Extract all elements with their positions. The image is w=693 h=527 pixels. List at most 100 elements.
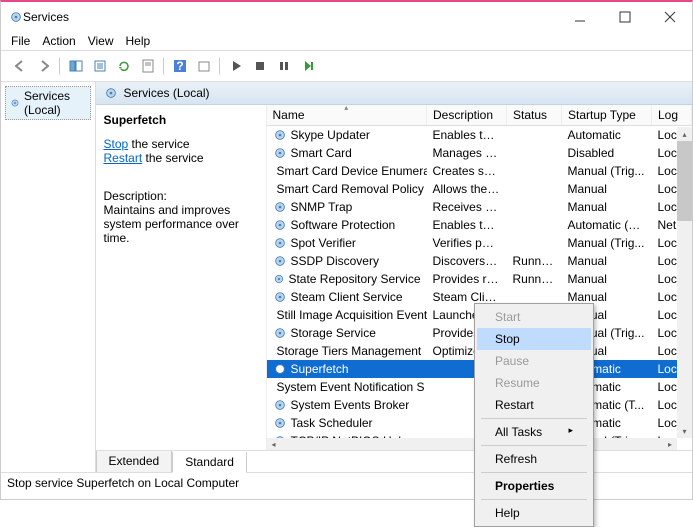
ctx-start: Start [477,306,591,328]
service-row[interactable]: Software ProtectionEnables the ...Automa… [267,216,692,234]
tree-node-label: Services (Local) [24,89,86,117]
close-button[interactable] [647,2,692,32]
col-description[interactable]: Description [427,105,507,126]
ctx-properties[interactable]: Properties [477,475,591,497]
pause-service-button[interactable] [273,55,295,77]
gear-icon [273,200,287,214]
show-hide-tree-button[interactable] [65,55,87,77]
service-name: SNMP Trap [291,200,353,214]
ctx-pause: Pause [477,350,591,372]
ctx-separator [481,418,587,419]
service-startup: Manual [562,198,652,216]
scroll-left-icon[interactable]: ◂ [267,440,281,449]
col-name[interactable]: Name▴ [267,105,427,126]
ctx-help[interactable]: Help [477,502,591,524]
forward-button[interactable] [33,55,55,77]
scroll-right-icon[interactable]: ▸ [663,440,677,449]
service-status [507,180,562,198]
gear-icon [273,254,287,268]
separator [59,57,61,75]
menu-file[interactable]: File [11,34,30,48]
tab-standard[interactable]: Standard [172,452,247,473]
gear-icon [273,362,287,376]
service-row[interactable]: SNMP TrapReceives tra...ManualLoc [267,198,692,216]
service-startup: Manual [562,270,652,288]
gear-icon [10,96,20,110]
help-button[interactable]: ? [169,55,191,77]
svg-text:?: ? [176,59,183,73]
service-row[interactable]: Smart CardManages ac...DisabledLoc [267,144,692,162]
gear-icon [273,416,287,430]
separator [163,57,165,75]
status-text: Stop service Superfetch on Local Compute… [7,476,239,490]
col-status[interactable]: Status [507,105,562,126]
service-row[interactable]: Smart Card Device Enumera...Creates soft… [267,162,692,180]
gear-icon [273,398,287,412]
service-name: Smart Card Removal Policy [277,182,424,196]
service-status [507,234,562,252]
properties-button[interactable] [137,55,159,77]
service-row[interactable]: Smart Card Removal PolicyAllows the s...… [267,180,692,198]
gear-icon [104,86,118,100]
ctx-resume: Resume [477,372,591,394]
restart-service-link[interactable]: Restart [104,151,143,165]
start-service-button[interactable] [225,55,247,77]
services-icon [9,10,23,24]
delete-button[interactable] [193,55,215,77]
service-status: Running [507,270,562,288]
service-name: Superfetch [291,362,349,376]
refresh-button[interactable] [113,55,135,77]
service-desc: Verifies pote... [427,234,507,252]
ctx-all-tasks[interactable]: All Tasks▸ [477,421,591,443]
ctx-restart[interactable]: Restart [477,394,591,416]
service-name: System Event Notification S [277,380,425,394]
service-name: SSDP Discovery [291,254,379,268]
minimize-button[interactable] [557,2,602,32]
service-status: Running [507,252,562,270]
menu-view[interactable]: View [88,34,114,48]
service-status [507,216,562,234]
col-startup[interactable]: Startup Type [562,105,652,126]
back-button[interactable] [9,55,31,77]
horizontal-scrollbar[interactable]: ◂ ▸ [267,438,678,450]
export-list-button[interactable] [89,55,111,77]
service-startup: Manual (Trig... [562,234,652,252]
col-logon[interactable]: Log [652,105,692,126]
tree-node-services-local[interactable]: Services (Local) [5,86,91,120]
stop-service-link[interactable]: Stop [104,137,129,151]
scroll-down-icon[interactable]: ▾ [677,424,692,438]
gear-icon [273,236,287,250]
view-tabs: Extended Standard [96,450,693,472]
ctx-stop[interactable]: Stop [477,328,591,350]
service-row[interactable]: SSDP DiscoveryDiscovers n...RunningManua… [267,252,692,270]
service-row[interactable]: Spot VerifierVerifies pote...Manual (Tri… [267,234,692,252]
scroll-up-icon[interactable]: ▴ [677,127,692,141]
tab-extended[interactable]: Extended [96,451,173,472]
pane-header: Services (Local) [96,82,693,105]
service-name: System Events Broker [291,398,410,412]
vertical-scrollbar[interactable]: ▴ ▾ [677,127,692,438]
detail-service-name: Superfetch [104,113,258,127]
menu-help[interactable]: Help [126,34,151,48]
restart-service-button[interactable] [297,55,319,77]
service-startup: Manual (Trig... [562,162,652,180]
ctx-refresh[interactable]: Refresh [477,448,591,470]
ctx-separator [481,445,587,446]
sort-ascending-icon: ▴ [344,105,348,112]
service-status [507,162,562,180]
scroll-thumb[interactable] [677,141,692,221]
gear-icon [273,146,287,160]
service-row[interactable]: Skype UpdaterEnables the ...AutomaticLoc [267,126,692,145]
service-desc: Receives tra... [427,198,507,216]
separator [219,57,221,75]
title-bar: Services [1,2,692,32]
gear-icon [273,326,287,340]
menu-action[interactable]: Action [42,34,75,48]
service-name: Steam Client Service [291,290,403,304]
maximize-button[interactable] [602,2,647,32]
service-row[interactable]: State Repository ServiceProvides re...Ru… [267,270,692,288]
service-desc: Allows the s... [427,180,507,198]
stop-service-button[interactable] [249,55,271,77]
service-startup: Disabled [562,144,652,162]
service-name: Smart Card Device Enumera... [277,164,427,178]
